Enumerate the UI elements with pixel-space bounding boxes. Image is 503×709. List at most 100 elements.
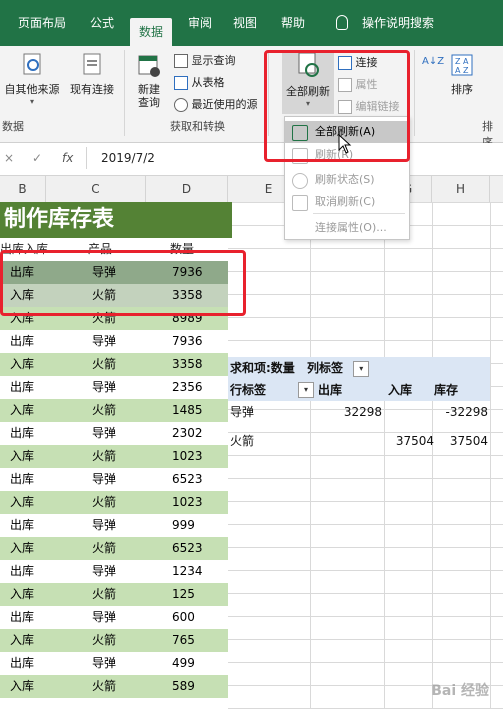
cell-product[interactable]: 火箭: [92, 353, 116, 376]
table-row[interactable]: 入库 火箭 1485: [0, 399, 228, 423]
from-table-button[interactable]: 从表格: [174, 74, 225, 90]
column-header-c[interactable]: C: [46, 176, 146, 203]
cell-inout[interactable]: 入库: [10, 491, 34, 514]
cell-inout[interactable]: 入库: [10, 353, 34, 376]
cell-product[interactable]: 火箭: [92, 491, 116, 514]
new-query-button[interactable]: 新建 查询: [130, 52, 168, 109]
cell-qty[interactable]: 2356: [172, 376, 203, 399]
menu-item-2[interactable]: 刷新状态(S): [285, 169, 409, 191]
cell-qty[interactable]: 125: [172, 583, 195, 606]
pivot-cell-out[interactable]: [312, 430, 382, 452]
cell-inout[interactable]: 出库: [10, 514, 34, 537]
cell-qty[interactable]: 600: [172, 606, 195, 629]
pivot-cell-in[interactable]: 37504: [382, 430, 434, 452]
tab-2[interactable]: 数据: [130, 18, 172, 46]
cell-inout[interactable]: 出库: [10, 606, 34, 629]
table-row[interactable]: 入库 火箭 6523: [0, 537, 228, 561]
cell-qty[interactable]: 999: [172, 514, 195, 537]
pivot-sum-header[interactable]: 求和项:数量 列标签 ▾: [228, 357, 382, 379]
table-row[interactable]: 出库 导弹 600: [0, 606, 228, 630]
table-row[interactable]: 入库 火箭 3358: [0, 353, 228, 377]
cell-product[interactable]: 火箭: [92, 445, 116, 468]
table-row[interactable]: 入库 火箭 1023: [0, 445, 228, 469]
column-header-d[interactable]: D: [146, 176, 228, 203]
cell-inout[interactable]: 入库: [10, 445, 34, 468]
pivot-cell-stock[interactable]: 37504: [434, 430, 488, 452]
cell-inout[interactable]: 出库: [10, 652, 34, 675]
cell-inout[interactable]: 出库: [10, 422, 34, 445]
cell-product[interactable]: 导弹: [92, 652, 116, 675]
table-row[interactable]: 出库 导弹 1234: [0, 560, 228, 584]
cell-qty[interactable]: 7936: [172, 330, 203, 353]
cell-product[interactable]: 火箭: [92, 399, 116, 422]
cell-inout[interactable]: 入库: [10, 537, 34, 560]
tab-5[interactable]: 帮助: [276, 0, 310, 46]
table-row[interactable]: 出库 导弹 999: [0, 514, 228, 538]
recent-sources-button[interactable]: 最近使用的源: [174, 96, 258, 112]
cell-qty[interactable]: 3358: [172, 353, 203, 376]
filter-dropdown-icon[interactable]: ▾: [298, 382, 314, 398]
table-row[interactable]: 入库 火箭 1023: [0, 491, 228, 515]
cell-inout[interactable]: 入库: [10, 675, 34, 698]
sort-button[interactable]: Z AA Z 排序: [444, 52, 480, 97]
cell-product[interactable]: 导弹: [92, 560, 116, 583]
pivot-cell-out[interactable]: 32298: [312, 401, 382, 423]
tab-4[interactable]: 视图: [228, 0, 262, 46]
cell-qty[interactable]: 1234: [172, 560, 203, 583]
tab-0[interactable]: 页面布局: [14, 0, 70, 46]
cell-qty[interactable]: 2302: [172, 422, 203, 445]
cell-qty[interactable]: 1023: [172, 445, 203, 468]
tab-3[interactable]: 审阅: [183, 0, 217, 46]
cell-qty[interactable]: 1023: [172, 491, 203, 514]
fx-icon[interactable]: fx: [62, 151, 73, 165]
table-row[interactable]: 入库 火箭 765: [0, 629, 228, 653]
tab-1[interactable]: 公式: [82, 0, 122, 46]
cell-inout[interactable]: 出库: [10, 468, 34, 491]
cell-inout[interactable]: 入库: [10, 583, 34, 606]
table-row[interactable]: 入库 火箭 589: [0, 675, 228, 699]
confirm-icon[interactable]: ✓: [32, 151, 42, 165]
pivot-cell-stock[interactable]: -32298: [434, 401, 488, 423]
cell-product[interactable]: 火箭: [92, 583, 116, 606]
table-row[interactable]: 出库 导弹 7936: [0, 330, 228, 354]
cell-product[interactable]: 导弹: [92, 376, 116, 399]
cell-inout[interactable]: 出库: [10, 560, 34, 583]
cell-inout[interactable]: 入库: [10, 399, 34, 422]
cell-qty[interactable]: 6523: [172, 537, 203, 560]
cell-product[interactable]: 火箭: [92, 629, 116, 652]
show-query-button[interactable]: 显示查询: [174, 52, 236, 68]
cell-inout[interactable]: 出库: [10, 376, 34, 399]
cell-product[interactable]: 导弹: [92, 422, 116, 445]
table-row[interactable]: 入库 火箭 125: [0, 583, 228, 607]
cell-qty[interactable]: 1485: [172, 399, 203, 422]
tab-6[interactable]: 操作说明搜索: [356, 0, 440, 46]
table-row[interactable]: 出库 导弹 2356: [0, 376, 228, 400]
column-header-b[interactable]: B: [0, 176, 46, 203]
existing-connections-button[interactable]: 现有连接: [64, 52, 120, 97]
cell-qty[interactable]: 589: [172, 675, 195, 698]
filter-dropdown-icon[interactable]: ▾: [353, 360, 370, 377]
cancel-icon[interactable]: ×: [4, 151, 14, 165]
cell-qty[interactable]: 765: [172, 629, 195, 652]
table-row[interactable]: 出库 导弹 6523: [0, 468, 228, 492]
table-row[interactable]: 出库 导弹 499: [0, 652, 228, 676]
table-row[interactable]: 出库 导弹 2302: [0, 422, 228, 446]
cell-qty[interactable]: 6523: [172, 468, 203, 491]
column-header-h[interactable]: H: [432, 176, 490, 203]
sheet-title[interactable]: 制作库存表: [0, 202, 232, 238]
cell-product[interactable]: 导弹: [92, 330, 116, 353]
cell-product[interactable]: 导弹: [92, 606, 116, 629]
cell-product[interactable]: 火箭: [92, 675, 116, 698]
sort-az-icon[interactable]: A↓Z: [422, 56, 444, 67]
cell-product[interactable]: 导弹: [92, 468, 116, 491]
menu-item-3[interactable]: 取消刷新(C): [285, 191, 409, 213]
pivot-row-name[interactable]: 导弹: [230, 401, 254, 423]
pivot-row-name[interactable]: 火箭: [230, 430, 254, 452]
cell-product[interactable]: 火箭: [92, 537, 116, 560]
cell-qty[interactable]: 499: [172, 652, 195, 675]
menu-item-4[interactable]: 连接属性(O)...: [285, 217, 409, 239]
pivot-cell-in[interactable]: [382, 401, 434, 423]
cell-inout[interactable]: 出库: [10, 330, 34, 353]
other-sources-button[interactable]: 自其他来源 ▾: [2, 52, 62, 106]
cell-product[interactable]: 导弹: [92, 514, 116, 537]
